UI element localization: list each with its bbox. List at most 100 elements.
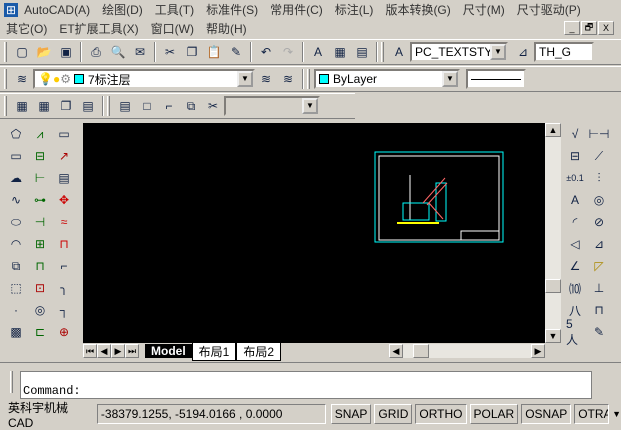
table-icon[interactable]: ▦	[331, 43, 349, 61]
h-scroll-thumb[interactable]	[413, 344, 429, 358]
tab-layout2[interactable]: 布局2	[236, 341, 282, 361]
dim-style-select[interactable]: TH_G	[534, 42, 594, 62]
last-tab-button[interactable]: ⏭	[125, 344, 139, 358]
quick-dim-icon[interactable]: ◸	[590, 256, 608, 276]
menu-size[interactable]: 尺寸(M)	[457, 1, 511, 18]
text-style-icon[interactable]: A	[390, 43, 408, 61]
chevron-down-icon[interactable]: ▼	[442, 71, 458, 87]
tolerance-icon[interactable]: ±0.1	[566, 168, 584, 188]
menu-help[interactable]: 帮助(H)	[200, 20, 253, 37]
print-preview-icon[interactable]: 🔍	[109, 43, 127, 61]
menu-draw[interactable]: 绘图(D)	[96, 1, 149, 18]
dim-edit-icon[interactable]: ✎	[590, 322, 608, 342]
menu-window[interactable]: 窗口(W)	[145, 20, 200, 37]
text-icon[interactable]: A	[309, 43, 327, 61]
restore-button[interactable]: 🗗	[581, 21, 597, 35]
angular-dim-icon[interactable]: ⊿	[590, 234, 608, 254]
viewports-dialog-icon[interactable]: ▤	[116, 97, 134, 115]
open-icon[interactable]: 📂	[35, 43, 53, 61]
menu-et-tools[interactable]: ET扩展工具(X)	[53, 20, 144, 37]
viewport-scale-select[interactable]: ▼	[224, 96, 320, 116]
nut-icon[interactable]: ⊞	[31, 234, 49, 254]
menu-autocad[interactable]: AutoCAD(A)	[18, 3, 96, 17]
taper-icon[interactable]: ◁	[566, 234, 584, 254]
drawing-canvas[interactable]	[83, 123, 545, 343]
diameter-dim-icon[interactable]: ⊘	[590, 212, 608, 232]
app-icon[interactable]: ⊞	[4, 2, 19, 17]
make-block-icon[interactable]: ⬚	[7, 278, 25, 298]
menu-dimension[interactable]: 标注(L)	[329, 1, 380, 18]
otrack-button[interactable]: OTRA	[574, 404, 610, 424]
status-menu-arrow-icon[interactable]: ▼	[612, 409, 621, 419]
horizontal-scrollbar[interactable]: ◀ ▶	[389, 344, 545, 358]
break-line-icon[interactable]: ≈	[55, 212, 73, 232]
center-mark-icon[interactable]: ✥	[55, 190, 73, 210]
linetype-select[interactable]	[466, 69, 526, 89]
section-icon[interactable]: ⊓	[55, 234, 73, 254]
cut-icon[interactable]: ✂	[161, 43, 179, 61]
make-current-layer-icon[interactable]: ≋	[257, 70, 275, 88]
pin-icon[interactable]: ⊶	[31, 190, 49, 210]
viewport-icon[interactable]: ▦	[13, 97, 31, 115]
fillet-icon[interactable]: ╮	[55, 278, 73, 298]
arrow-icon[interactable]: ↗	[55, 146, 73, 166]
check-icon[interactable]: √	[566, 124, 584, 144]
datum-icon[interactable]: ⊟	[566, 146, 584, 166]
scroll-thumb[interactable]	[545, 279, 561, 293]
minimize-button[interactable]: _	[564, 21, 580, 35]
scroll-right-button[interactable]: ▶	[531, 344, 545, 358]
scroll-down-button[interactable]: ▼	[545, 329, 561, 343]
baseline-dim-icon[interactable]: ⊥	[590, 278, 608, 298]
chevron-down-icon[interactable]: ▼	[237, 71, 253, 87]
spline-icon[interactable]: ∿	[7, 190, 25, 210]
layout-icon[interactable]: ▤	[79, 97, 97, 115]
new-icon[interactable]: ▢	[13, 43, 31, 61]
corner-icon[interactable]: ┐	[55, 300, 73, 320]
radius-dim-icon[interactable]: ◎	[590, 190, 608, 210]
page-setup-icon[interactable]: ❐	[57, 97, 75, 115]
menu-other[interactable]: 其它(O)	[0, 20, 53, 37]
continue-dim-icon[interactable]: ⊓	[590, 300, 608, 320]
grid-button[interactable]: GRID	[374, 404, 413, 424]
single-viewport-icon[interactable]: □	[138, 97, 156, 115]
hatch-icon[interactable]: ▩	[7, 322, 25, 342]
title-block-icon[interactable]: ▤	[55, 168, 73, 188]
scroll-left-button[interactable]: ◀	[389, 344, 403, 358]
print-icon[interactable]: ⎙	[87, 43, 105, 61]
menu-size-drive[interactable]: 尺寸驱动(P)	[511, 1, 587, 18]
arc-dim-icon[interactable]: ◜	[566, 212, 584, 232]
chevron-down-icon[interactable]: ▼	[302, 98, 318, 114]
menu-version-convert[interactable]: 版本转换(G)	[379, 1, 456, 18]
bearing-icon[interactable]: ◎	[31, 300, 49, 320]
publish-icon[interactable]: ✉	[131, 43, 149, 61]
insert-block-icon[interactable]: ⧉	[7, 256, 25, 276]
polar-button[interactable]: POLAR	[469, 404, 519, 424]
ortho-button[interactable]: ORTHO	[415, 404, 467, 424]
coordinates-readout[interactable]: -38379.1255, -5194.0166 , 0.0000	[96, 404, 326, 424]
screw-icon[interactable]: ⊣	[31, 212, 49, 232]
menu-common-parts[interactable]: 常用件(C)	[264, 1, 329, 18]
osnap-button[interactable]: OSNAP	[521, 404, 572, 424]
snap-button[interactable]: SNAP	[330, 404, 372, 424]
save-icon[interactable]: ▣	[57, 43, 75, 61]
polygonal-viewport-icon[interactable]: ⌐	[160, 97, 178, 115]
paste-icon[interactable]: 📋	[205, 43, 223, 61]
tab-model[interactable]: Model	[145, 344, 192, 358]
layer-manager-icon[interactable]: ≋	[13, 70, 31, 88]
copy-icon[interactable]: ❐	[183, 43, 201, 61]
match-properties-icon[interactable]: ✎	[227, 43, 245, 61]
first-tab-button[interactable]: ⏮	[83, 344, 97, 358]
text-annotation-icon[interactable]: A	[566, 190, 584, 210]
dim-style-icon[interactable]: ⊿	[514, 43, 532, 61]
viewport2-icon[interactable]: ▦	[35, 97, 53, 115]
zoom-icon[interactable]: ⊕	[55, 322, 73, 342]
key-icon[interactable]: ⊡	[31, 278, 49, 298]
balloon-icon[interactable]: ⑽	[566, 278, 584, 298]
shaft-icon[interactable]: ⊢	[31, 168, 49, 188]
bolt-icon[interactable]: ⊟	[31, 146, 49, 166]
vertical-scrollbar[interactable]: ▲ ▼	[545, 123, 561, 343]
ellipse-icon[interactable]: ⬭	[7, 212, 25, 232]
redo-icon[interactable]: ↷	[279, 43, 297, 61]
clip-viewport-icon[interactable]: ✂	[204, 97, 222, 115]
linear-dim-icon[interactable]: ⊢⊣	[589, 124, 610, 144]
